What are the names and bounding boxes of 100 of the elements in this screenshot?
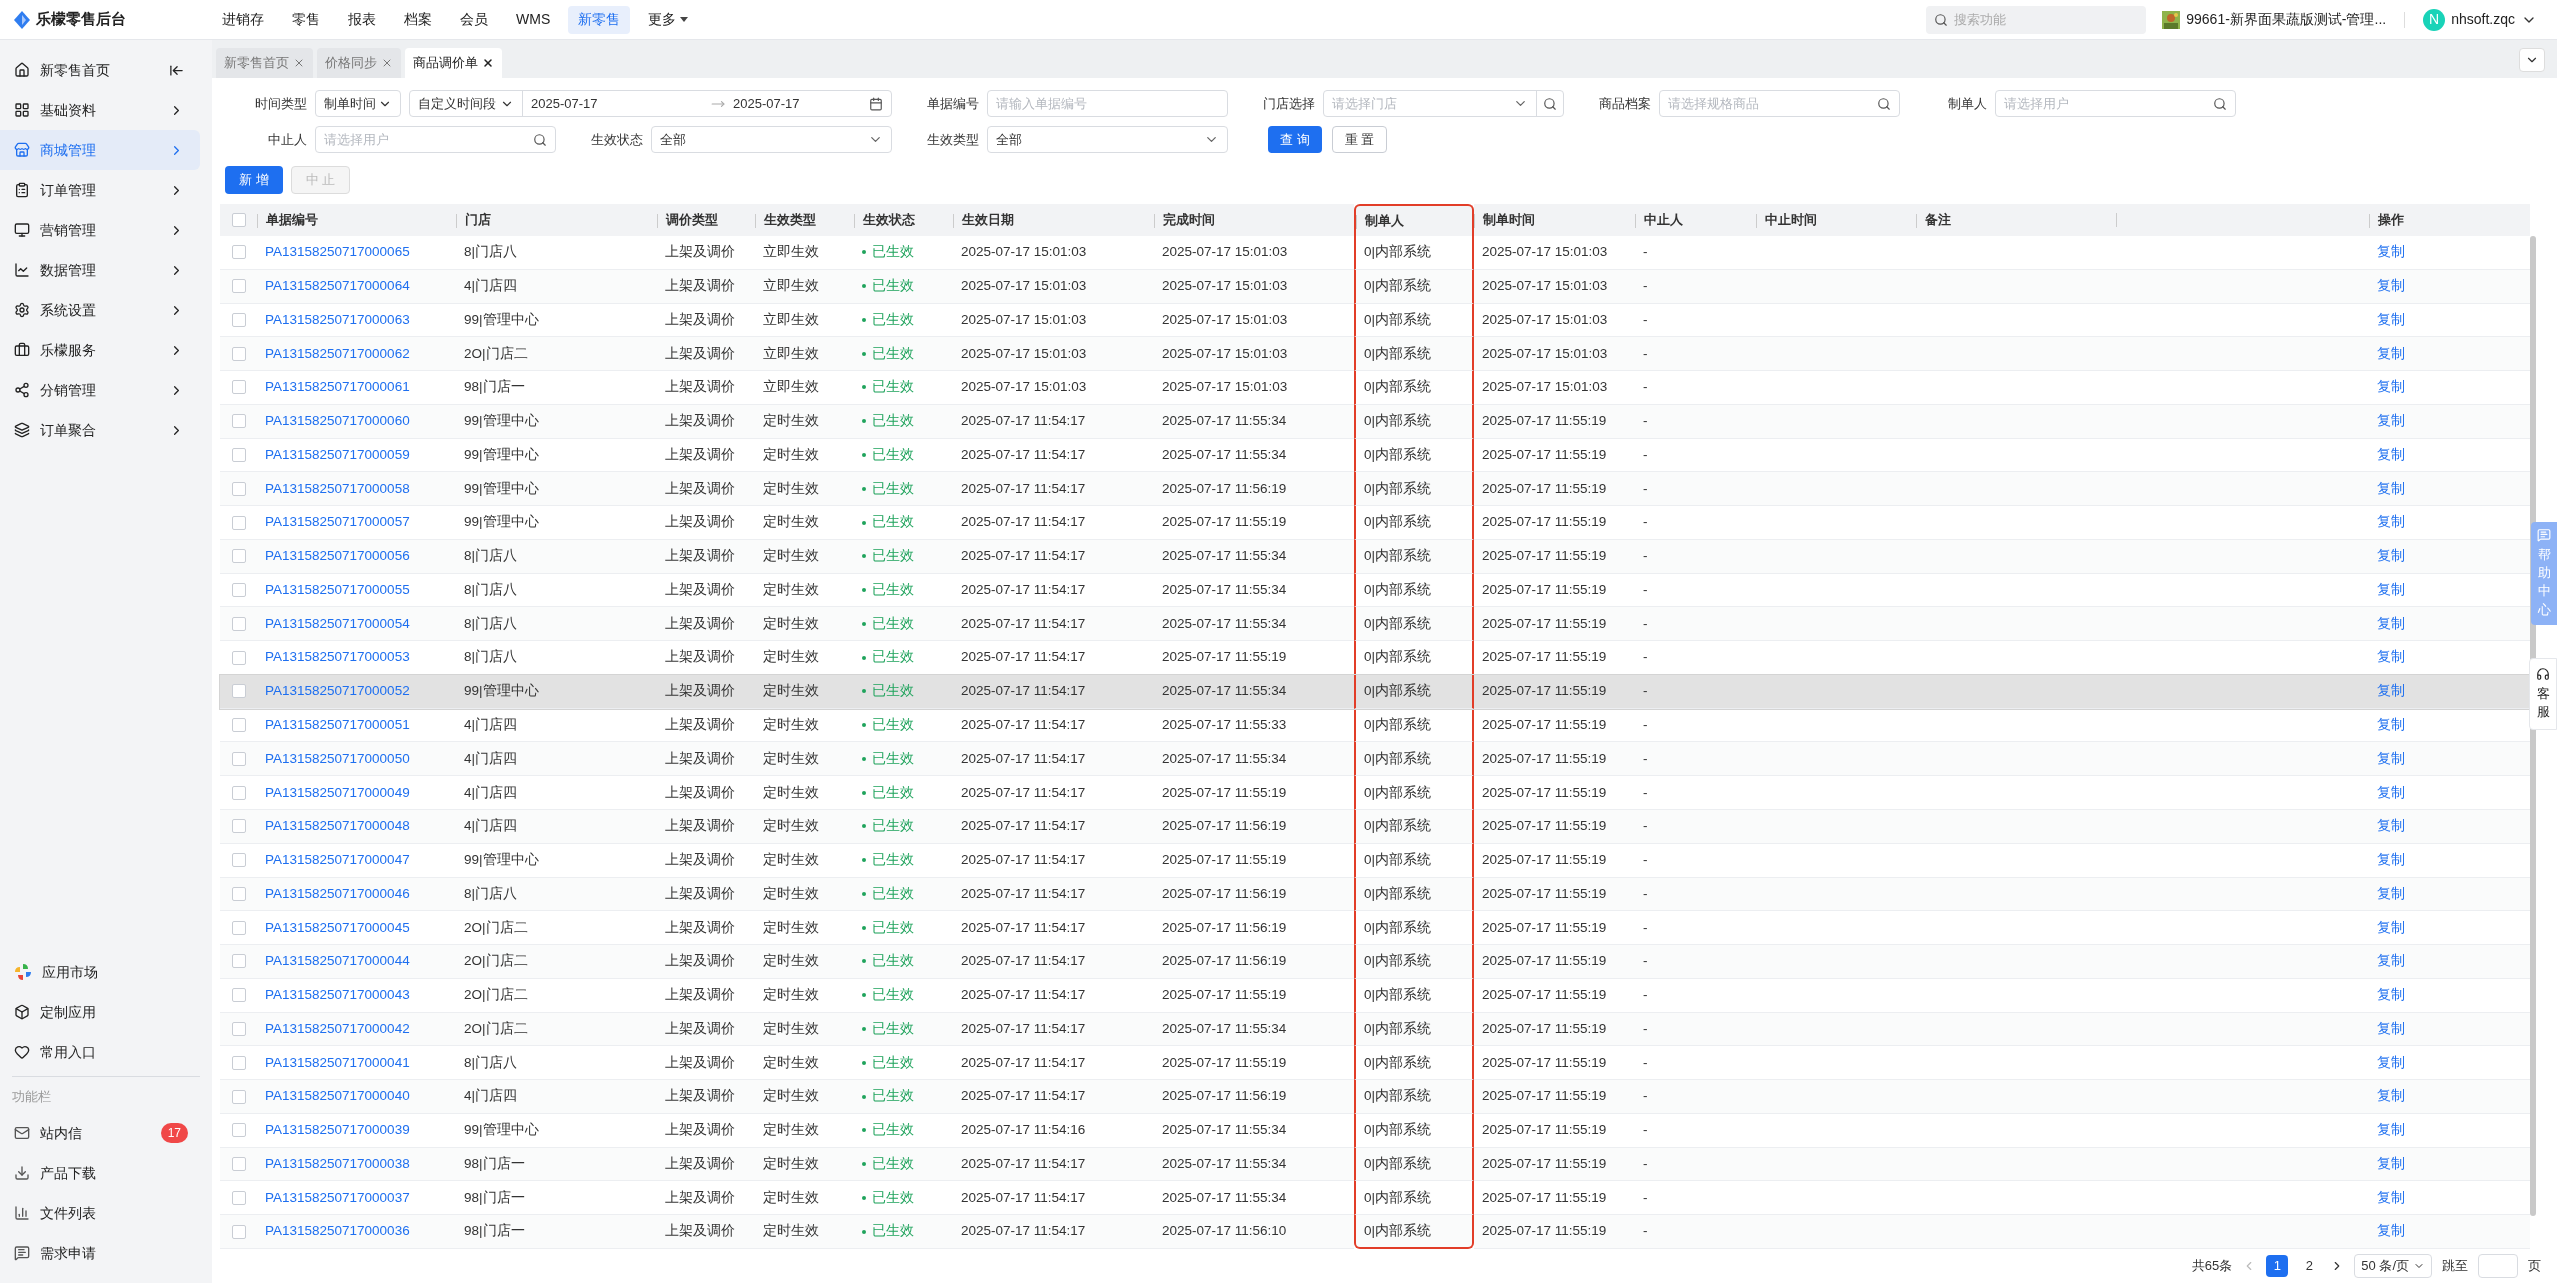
copy-link[interactable]: 复制 bbox=[2377, 379, 2405, 395]
date-range-field[interactable]: 自定义时间段 2025-07-17 2025-07-17 bbox=[409, 90, 892, 117]
row-checkbox[interactable] bbox=[232, 1224, 246, 1239]
copy-link[interactable]: 复制 bbox=[2377, 852, 2405, 868]
nav-tab[interactable]: 零售 bbox=[282, 5, 330, 34]
copy-link[interactable]: 复制 bbox=[2377, 413, 2405, 429]
page-tab[interactable]: 商品调价单 bbox=[405, 48, 502, 78]
sidebar-item[interactable]: 站内信 17 bbox=[0, 1113, 212, 1153]
nav-tab[interactable]: 报表 bbox=[338, 5, 386, 34]
tabs-menu-button[interactable] bbox=[2519, 48, 2545, 72]
copy-link[interactable]: 复制 bbox=[2377, 649, 2405, 665]
query-button[interactable]: 查 询 bbox=[1268, 126, 1322, 153]
table-row[interactable]: PA13158250717000040 4|门店四 上架及调价 定时生效 已生效 2025-07-17 11:54:17 2025-07-17 11:56:19 0|内部系统 2025-07-17 11:55:19 - 复制 bbox=[220, 1080, 2530, 1114]
table-row[interactable]: PA13158250717000064 4|门店四 上架及调价 立即生效 已生效 2025-07-17 15:01:03 2025-07-17 15:01:03 0|内部系统 2025-07-17 15:01:03 - 复制 bbox=[220, 269, 2530, 304]
page-number[interactable]: 1 bbox=[2266, 1255, 2289, 1277]
copy-link[interactable]: 复制 bbox=[2377, 885, 2405, 901]
copy-link[interactable]: 复制 bbox=[2377, 244, 2405, 260]
table-row[interactable]: PA13158250717000060 99|管理中心 上架及调价 定时生效 已生效 2025-07-17 11:54:17 2025-07-17 11:55:34 0|内部系统 2025-07-17 11:55:19 - 复制 bbox=[220, 404, 2530, 439]
nav-tab[interactable]: 档案 bbox=[394, 5, 442, 34]
copy-link[interactable]: 复制 bbox=[2377, 1223, 2405, 1239]
user-name[interactable]: nhsoft.zqc bbox=[2451, 9, 2515, 30]
sidebar-item[interactable]: 分销管理 bbox=[0, 370, 200, 410]
row-checkbox[interactable] bbox=[232, 380, 246, 395]
page-size-select[interactable]: 50 条/页 bbox=[2354, 1254, 2432, 1278]
table-row[interactable]: PA13158250717000045 2O|门店二 上架及调价 定时生效 已生效 2025-07-17 11:54:17 2025-07-17 11:56:19 0|内部系统 2025-07-17 11:55:19 - 复制 bbox=[220, 911, 2530, 946]
sidebar-item[interactable]: 营销管理 bbox=[0, 210, 200, 250]
table-row[interactable]: PA13158250717000058 99|管理中心 上架及调价 定时生效 已生效 2025-07-17 11:54:17 2025-07-17 11:56:19 0|内部系统 2025-07-17 11:55:19 - 复制 bbox=[220, 472, 2530, 507]
copy-link[interactable]: 复制 bbox=[2377, 716, 2405, 732]
nav-tab[interactable]: WMS bbox=[506, 5, 561, 34]
document-link[interactable]: PA13158250717000061 bbox=[265, 379, 410, 395]
copy-link[interactable]: 复制 bbox=[2377, 1155, 2405, 1171]
table-row[interactable]: PA13158250717000048 4|门店四 上架及调价 定时生效 已生效 2025-07-17 11:54:17 2025-07-17 11:56:19 0|内部系统 2025-07-17 11:55:19 - 复制 bbox=[220, 810, 2530, 844]
table-row[interactable]: PA13158250717000063 99|管理中心 上架及调价 立即生效 已生效 2025-07-17 15:01:03 2025-07-17 15:01:03 0|内部系统 2025-07-17 15:01:03 - 复制 bbox=[220, 303, 2530, 338]
table-row[interactable]: PA13158250717000037 98|门店一 上架及调价 定时生效 已生效 2025-07-17 11:54:17 2025-07-17 11:55:34 0|内部系统 2025-07-17 11:55:19 - 复制 bbox=[220, 1181, 2530, 1216]
select-field[interactable]: 全部 bbox=[651, 126, 892, 153]
table-row[interactable]: PA13158250717000056 8|门店八 上架及调价 定时生效 已生效 2025-07-17 11:54:17 2025-07-17 11:55:34 0|内部系统 2025-07-17 11:55:19 - 复制 bbox=[220, 539, 2530, 574]
document-link[interactable]: PA13158250717000037 bbox=[265, 1189, 410, 1205]
row-checkbox[interactable] bbox=[232, 886, 246, 901]
table-row[interactable]: PA13158250717000059 99|管理中心 上架及调价 定时生效 已生效 2025-07-17 11:54:17 2025-07-17 11:55:34 0|内部系统 2025-07-17 11:55:19 - 复制 bbox=[220, 438, 2530, 473]
copy-link[interactable]: 复制 bbox=[2377, 953, 2405, 969]
table-row[interactable]: PA13158250717000055 8|门店八 上架及调价 定时生效 已生效 2025-07-17 11:54:17 2025-07-17 11:55:34 0|内部系统 2025-07-17 11:55:19 - 复制 bbox=[220, 573, 2530, 608]
sidebar-item[interactable]: 订单管理 bbox=[0, 170, 200, 210]
row-checkbox[interactable] bbox=[232, 312, 246, 327]
table-row[interactable]: PA13158250717000036 98|门店一 上架及调价 定时生效 已生效 2025-07-17 11:54:17 2025-07-17 11:56:10 0|内部系统 2025-07-17 11:55:19 - 复制 bbox=[220, 1215, 2530, 1249]
nav-tab[interactable]: 更多 bbox=[638, 5, 699, 34]
document-link[interactable]: PA13158250717000051 bbox=[265, 716, 410, 732]
row-checkbox[interactable] bbox=[232, 650, 246, 665]
page-input[interactable] bbox=[2478, 1254, 2518, 1278]
table-row[interactable]: PA13158250717000042 2O|门店二 上架及调价 定时生效 已生效 2025-07-17 11:54:17 2025-07-17 11:55:34 0|内部系统 2025-07-17 11:55:19 - 复制 bbox=[220, 1012, 2530, 1047]
row-checkbox[interactable] bbox=[232, 819, 246, 834]
row-checkbox[interactable] bbox=[232, 414, 246, 429]
sidebar-item[interactable]: 常用入口 bbox=[0, 1032, 212, 1072]
copy-link[interactable]: 复制 bbox=[2377, 345, 2405, 361]
table-row[interactable]: PA13158250717000039 99|管理中心 上架及调价 定时生效 已生效 2025-07-17 11:54:16 2025-07-17 11:55:34 0|内部系统 2025-07-17 11:55:19 - 复制 bbox=[220, 1113, 2530, 1148]
table-row[interactable]: PA13158250717000041 8|门店八 上架及调价 定时生效 已生效 2025-07-17 11:54:17 2025-07-17 11:55:19 0|内部系统 2025-07-17 11:55:19 - 复制 bbox=[220, 1046, 2530, 1081]
copy-link[interactable]: 复制 bbox=[2377, 615, 2405, 631]
copy-link[interactable]: 复制 bbox=[2377, 818, 2405, 834]
add-button[interactable]: 新 增 bbox=[225, 166, 283, 194]
table-row[interactable]: PA13158250717000061 98|门店一 上架及调价 立即生效 已生效 2025-07-17 15:01:03 2025-07-17 15:01:03 0|内部系统 2025-07-17 15:01:03 - 复制 bbox=[220, 371, 2530, 405]
copy-link[interactable]: 复制 bbox=[2377, 480, 2405, 496]
sidebar-item[interactable]: 订单聚合 bbox=[0, 410, 200, 450]
table-row[interactable]: PA13158250717000065 8|门店八 上架及调价 立即生效 已生效 2025-07-17 15:01:03 2025-07-17 15:01:03 0|内部系统 2025-07-17 15:01:03 - 复制 bbox=[220, 236, 2530, 270]
reset-button[interactable]: 重 置 bbox=[1331, 126, 1388, 153]
page-number[interactable]: 2 bbox=[2298, 1255, 2321, 1277]
copy-link[interactable]: 复制 bbox=[2377, 919, 2405, 935]
nav-tab[interactable]: 进销存 bbox=[212, 5, 274, 34]
document-link[interactable]: PA13158250717000047 bbox=[265, 852, 410, 868]
copy-link[interactable]: 复制 bbox=[2377, 1020, 2405, 1036]
row-checkbox[interactable] bbox=[232, 785, 246, 800]
document-link[interactable]: PA13158250717000049 bbox=[265, 784, 410, 800]
document-link[interactable]: PA13158250717000053 bbox=[265, 649, 410, 665]
copy-link[interactable]: 复制 bbox=[2377, 1189, 2405, 1205]
row-checkbox[interactable] bbox=[232, 954, 246, 969]
sidebar-item[interactable]: 需求申请 bbox=[0, 1233, 212, 1273]
table-row[interactable]: PA13158250717000047 99|管理中心 上架及调价 定时生效 已生效 2025-07-17 11:54:17 2025-07-17 11:55:19 0|内部系统 2025-07-17 11:55:19 - 复制 bbox=[220, 843, 2530, 878]
copy-link[interactable]: 复制 bbox=[2377, 446, 2405, 462]
row-checkbox[interactable] bbox=[232, 684, 246, 699]
sidebar-item[interactable]: 基础资料 bbox=[0, 90, 200, 130]
document-link[interactable]: PA13158250717000045 bbox=[265, 919, 410, 935]
copy-link[interactable]: 复制 bbox=[2377, 278, 2405, 293]
copy-link[interactable]: 复制 bbox=[2377, 750, 2405, 766]
row-checkbox[interactable] bbox=[232, 245, 246, 260]
document-link[interactable]: PA13158250717000055 bbox=[265, 581, 410, 597]
table-row[interactable]: PA13158250717000043 2O|门店二 上架及调价 定时生效 已生效 2025-07-17 11:54:17 2025-07-17 11:55:19 0|内部系统 2025-07-17 11:55:19 - 复制 bbox=[220, 978, 2530, 1013]
table-row[interactable]: PA13158250717000057 99|管理中心 上架及调价 定时生效 已生效 2025-07-17 11:54:17 2025-07-17 11:55:19 0|内部系统 2025-07-17 11:55:19 - 复制 bbox=[220, 506, 2530, 540]
document-link[interactable]: PA13158250717000039 bbox=[265, 1122, 410, 1138]
copy-link[interactable]: 复制 bbox=[2377, 581, 2405, 597]
table-row[interactable]: PA13158250717000038 98|门店一 上架及调价 定时生效 已生效 2025-07-17 11:54:17 2025-07-17 11:55:34 0|内部系统 2025-07-17 11:55:19 - 复制 bbox=[220, 1147, 2530, 1182]
row-checkbox[interactable] bbox=[232, 616, 246, 631]
table-row[interactable]: PA13158250717000062 2O|门店二 上架及调价 立即生效 已生效 2025-07-17 15:01:03 2025-07-17 15:01:03 0|内部系统 2025-07-17 15:01:03 - 复制 bbox=[220, 337, 2530, 372]
table-row[interactable]: PA13158250717000052 99|管理中心 上架及调价 定时生效 已生效 2025-07-17 11:54:17 2025-07-17 11:55:34 0|内部系统 2025-07-17 11:55:19 - 复制 bbox=[220, 674, 2530, 709]
row-checkbox[interactable] bbox=[232, 549, 246, 564]
row-checkbox[interactable] bbox=[232, 751, 246, 766]
nav-tab[interactable]: 新零售 bbox=[568, 5, 631, 34]
copy-link[interactable]: 复制 bbox=[2377, 311, 2405, 327]
document-link[interactable]: PA13158250717000043 bbox=[265, 987, 410, 1003]
table-row[interactable]: PA13158250717000050 4|门店四 上架及调价 定时生效 已生效 2025-07-17 11:54:17 2025-07-17 11:55:34 0|内部系统 2025-07-17 11:55:19 - 复制 bbox=[220, 742, 2530, 777]
sidebar-item[interactable]: 数据管理 bbox=[0, 250, 200, 290]
document-link[interactable]: PA13158250717000063 bbox=[265, 311, 410, 327]
table-row[interactable]: PA13158250717000046 8|门店八 上架及调价 定时生效 已生效 2025-07-17 11:54:17 2025-07-17 11:56:19 0|内部系统 2025-07-17 11:55:19 - 复制 bbox=[220, 877, 2530, 912]
